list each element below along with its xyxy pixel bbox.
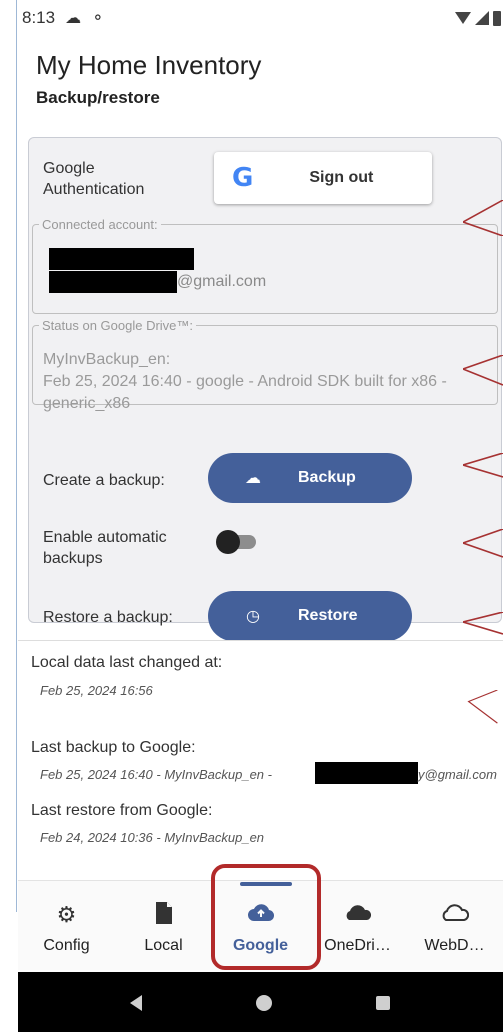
connected-account-legend: Connected account: [42,217,158,232]
file-icon [155,901,173,929]
page-title: Backup/restore [36,88,160,107]
last-backup-email-suffix: y@gmail.com [418,767,497,782]
last-restore-value: Feb 24, 2024 10:36 - MyInvBackup_en [40,830,265,845]
local-changed-label: Local data last changed at: [31,654,223,671]
cloud-upload-icon: ☁ [245,470,261,487]
callout-arrow-5 [463,612,503,635]
wifi-icon [455,12,471,24]
drive-status-text: MyInvBackup_en: Feb 25, 2024 16:40 - goo… [43,351,447,412]
cloud-icon: ☁ [65,10,82,27]
callout-arrow-2 [463,355,503,386]
last-restore-label: Last restore from Google: [31,802,213,819]
frame-border [16,0,17,912]
divider [18,640,503,641]
redacted-backup-email [315,762,418,784]
status-time: 8:13 [22,8,56,27]
nav-label-onedrive: OneDri… [324,937,391,954]
callout-arrow-1 [463,200,503,236]
auto-backup-label: Enable automatic backups [43,529,167,567]
restore-button-label: Restore [298,607,358,624]
status-bar: 8:13 ☁ ⚬ [20,0,503,36]
local-changed-value: Feb 25, 2024 16:56 [40,683,153,698]
callout-arrow-4 [463,529,503,558]
nav-item-webdav[interactable]: WebD… [406,881,503,970]
redacted-account-name [49,248,194,270]
backup-button[interactable]: ☁ Backup [208,453,412,503]
backup-button-label: Backup [298,469,356,486]
history-icon: ◷ [246,608,260,625]
drive-status-legend: Status on Google Drive™: [42,318,194,333]
recents-icon[interactable] [376,996,390,1010]
home-icon[interactable] [256,995,272,1011]
system-nav-bar [18,972,503,1032]
sign-out-button[interactable]: G Sign out [214,152,432,204]
cloud-filled-icon [344,901,372,929]
restore-backup-label: Restore a backup: [43,609,173,626]
sign-out-label: Sign out [309,169,374,186]
gear-icon: ⚙ [56,902,77,927]
signal-icon [475,11,489,25]
sync-icon: ⚬ [91,10,105,27]
cloud-outline-icon [441,901,469,929]
back-icon[interactable] [130,995,142,1011]
account-email-suffix: @gmail.com [177,273,267,290]
nav-item-config[interactable]: ⚙ Config [18,881,115,970]
nav-label-webdav: WebD… [424,937,485,954]
callout-arrow-6 [467,690,498,724]
restore-button[interactable]: ◷ Restore [208,591,412,641]
google-logo-icon: G [232,163,254,193]
nav-label-local: Local [144,937,183,954]
app-title: My Home Inventory [36,50,262,80]
last-backup-value: Feb 25, 2024 16:40 - MyInvBackup_en - [40,767,272,782]
auto-backup-toggle-thumb[interactable] [216,530,240,554]
create-backup-label: Create a backup: [43,472,165,489]
nav-item-onedrive[interactable]: OneDri… [309,881,406,970]
nav-item-local[interactable]: Local [115,881,212,970]
google-auth-label: Google Authentication [43,160,145,198]
callout-arrow-3 [463,453,503,478]
nav-label-config: Config [43,937,90,954]
google-tab-highlight [211,864,321,970]
last-backup-label: Last backup to Google: [31,739,196,756]
redacted-email-user [49,271,177,293]
battery-icon [493,10,501,26]
